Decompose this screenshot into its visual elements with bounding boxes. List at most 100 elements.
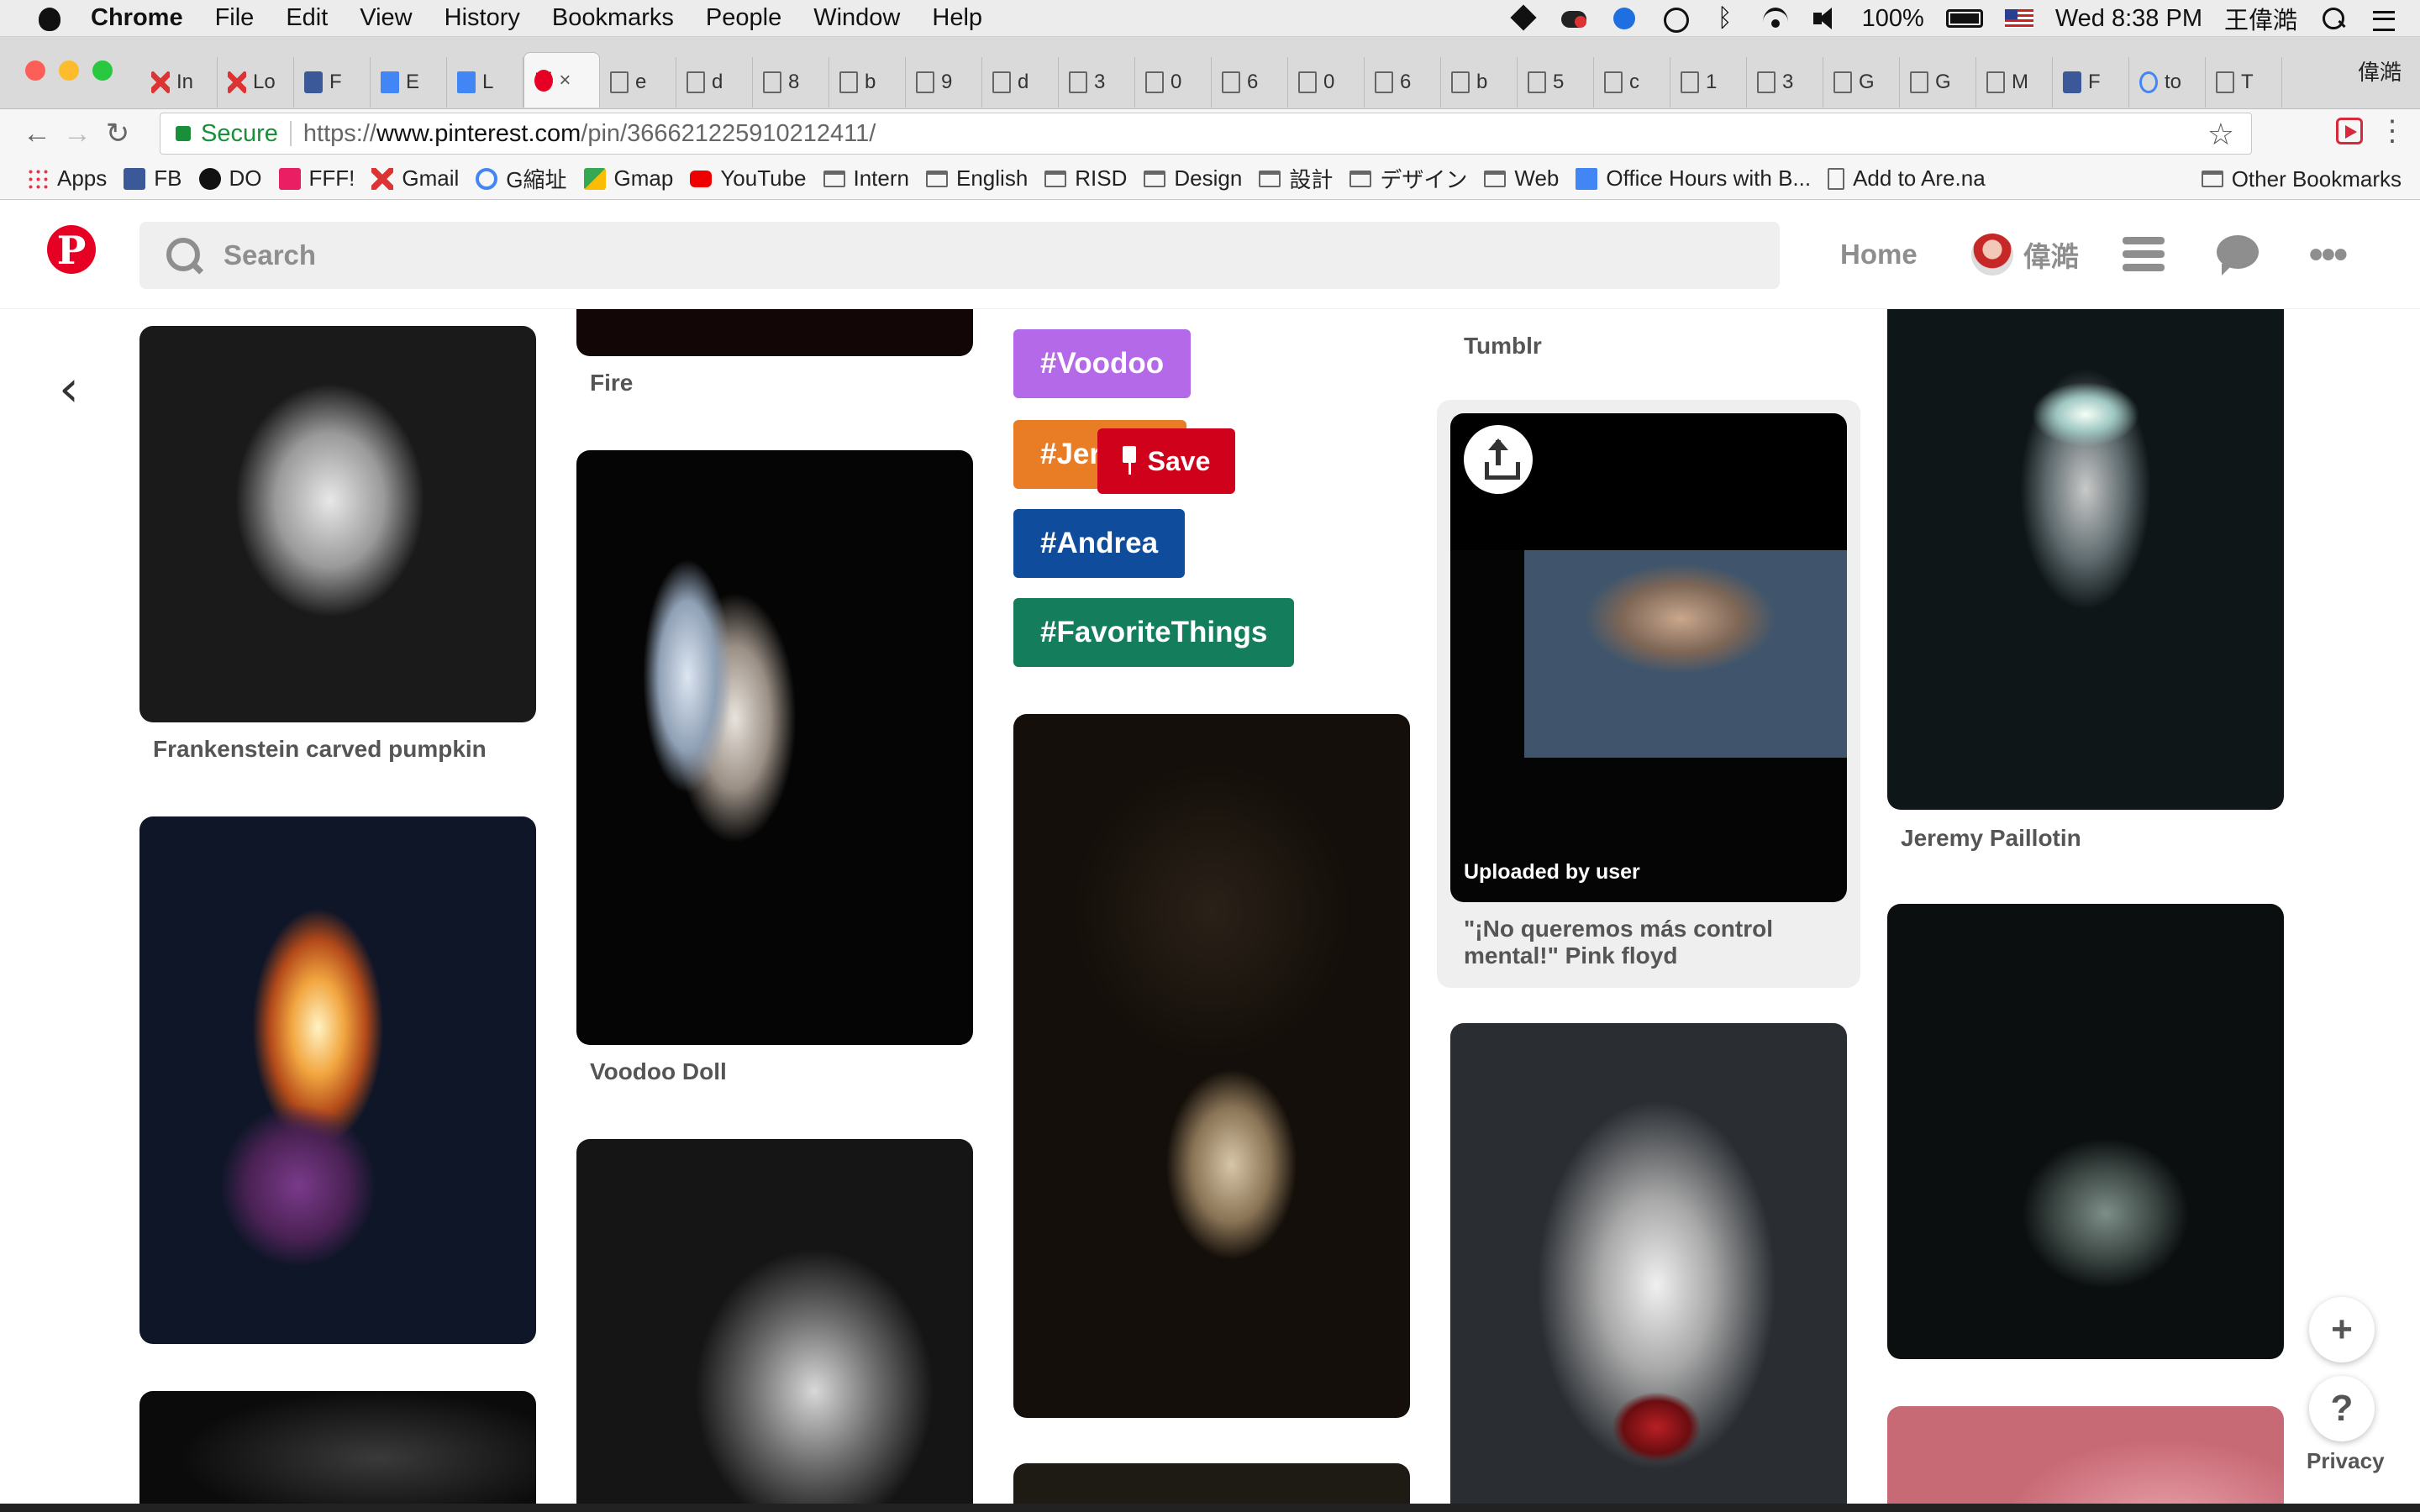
avatar[interactable]: [1970, 234, 2013, 276]
tab[interactable]: 9: [906, 57, 982, 108]
tab[interactable]: F: [2053, 57, 2129, 108]
back-chevron-icon[interactable]: ‹: [59, 360, 92, 418]
pin-image-fire[interactable]: [139, 816, 536, 1344]
tab[interactable]: E: [371, 57, 447, 108]
pin-image-pink[interactable]: [1887, 1406, 2284, 1512]
tab[interactable]: 8: [753, 57, 829, 108]
search-input[interactable]: [224, 239, 1736, 271]
bookmark-item[interactable]: デザイン: [1349, 163, 1467, 194]
clock[interactable]: Wed 8:38 PM: [2055, 5, 2202, 33]
app-status-icon[interactable]: [1610, 6, 1639, 31]
reload-icon[interactable]: ↻: [99, 115, 136, 152]
bluetooth-icon[interactable]: [1711, 4, 1739, 33]
tab[interactable]: G: [1900, 57, 1976, 108]
tab[interactable]: c: [1594, 57, 1670, 108]
tab[interactable]: G: [1823, 57, 1900, 108]
bookmark-item[interactable]: English: [926, 165, 1028, 192]
close-window-icon[interactable]: [25, 60, 45, 81]
bookmark-star-icon[interactable]: ☆: [2207, 117, 2234, 152]
minimize-window-icon[interactable]: [59, 60, 79, 81]
bookmark-item[interactable]: FB: [124, 165, 182, 192]
menu-window[interactable]: Window: [813, 4, 900, 32]
bookmark-item[interactable]: Add to Are.na: [1828, 165, 1986, 192]
pin-caption[interactable]: mental!" Pink floyd: [1464, 942, 1677, 969]
tab[interactable]: d: [676, 57, 753, 108]
creative-cloud-icon[interactable]: [1560, 6, 1588, 31]
search-bar[interactable]: [139, 222, 1780, 289]
tab[interactable]: 6: [1365, 57, 1441, 108]
volume-icon[interactable]: [1812, 6, 1840, 31]
battery-percent[interactable]: 100%: [1862, 5, 1924, 33]
pin-image-dark-hair[interactable]: [1887, 904, 2284, 1359]
other-bookmarks[interactable]: Other Bookmarks: [2201, 158, 2402, 200]
share-icon[interactable]: [1464, 425, 1533, 494]
tab[interactable]: M: [1976, 57, 2053, 108]
hashtag-favoritethings[interactable]: #FavoriteThings: [1013, 598, 1295, 667]
chrome-menu-icon[interactable]: ⋮: [2378, 114, 2407, 148]
tab[interactable]: 0: [1288, 57, 1365, 108]
more-options-icon[interactable]: •••: [2309, 232, 2348, 278]
pin-caption[interactable]: Jeremy Paillotin: [1901, 825, 2081, 852]
profile-link[interactable]: 偉澔: [2023, 234, 2079, 275]
tab[interactable]: e: [600, 57, 676, 108]
tab[interactable]: T: [2206, 57, 2282, 108]
address-bar[interactable]: Secure https:// www.pinterest.com /pin/3…: [160, 113, 2252, 155]
bookmark-item[interactable]: 設計: [1259, 163, 1333, 194]
extension-icon[interactable]: [2336, 118, 2363, 144]
menu-help[interactable]: Help: [932, 4, 982, 32]
profile-name[interactable]: 偉澔: [2358, 55, 2402, 87]
tab[interactable]: 6: [1212, 57, 1288, 108]
bookmark-item[interactable]: Gmail: [371, 165, 459, 192]
us-flag-input-icon[interactable]: [2004, 9, 2033, 28]
tab[interactable]: Lo: [218, 57, 294, 108]
home-link[interactable]: Home: [1840, 239, 1918, 270]
tab[interactable]: b: [829, 57, 906, 108]
pin-image-voodoo-doll[interactable]: [576, 450, 973, 1045]
wifi-icon[interactable]: [1761, 6, 1790, 31]
menu-app-chrome[interactable]: Chrome: [91, 4, 183, 32]
privacy-link[interactable]: Privacy: [2307, 1448, 2385, 1474]
pin-caption[interactable]: "¡No queremos más control: [1464, 916, 1773, 942]
bookmark-item[interactable]: Apps: [27, 165, 107, 192]
tab-active[interactable]: Pi×: [523, 52, 600, 108]
menu-people[interactable]: People: [706, 4, 781, 32]
pin-image-red-lips[interactable]: [1450, 1023, 1847, 1512]
maximize-window-icon[interactable]: [92, 60, 113, 81]
pin-image-eye-closeup[interactable]: [576, 1139, 973, 1512]
spotlight-icon[interactable]: [2319, 6, 2348, 31]
pin-image-portrait-man[interactable]: [1013, 714, 1410, 1418]
notification-center-icon[interactable]: [2370, 6, 2398, 31]
bookmark-item[interactable]: Office Hours with B...: [1576, 165, 1811, 192]
pin-image-fire-top[interactable]: [576, 309, 973, 356]
bookmark-item[interactable]: Design: [1144, 165, 1242, 192]
menu-file[interactable]: File: [215, 4, 255, 32]
pin-image-frankenstein[interactable]: [139, 326, 536, 722]
pin-image-dark[interactable]: [139, 1391, 536, 1512]
pin-caption[interactable]: Voodoo Doll: [590, 1058, 727, 1085]
bookmark-item[interactable]: Web: [1484, 165, 1559, 192]
battery-icon[interactable]: [1945, 9, 1983, 28]
hashtag-andrea[interactable]: #Andrea: [1013, 509, 1186, 578]
pin-caption[interactable]: Tumblr: [1464, 333, 1542, 360]
messages-icon[interactable]: [2216, 235, 2259, 276]
tab[interactable]: 1: [1670, 57, 1747, 108]
bookmark-item[interactable]: Gmap: [583, 165, 673, 192]
tab[interactable]: 5: [1518, 57, 1594, 108]
tab[interactable]: 3: [1747, 57, 1823, 108]
pin-caption[interactable]: Fire: [590, 370, 633, 396]
pinterest-logo-icon[interactable]: P: [47, 225, 96, 274]
pin-image-jeremy-paillotin[interactable]: [1887, 309, 2284, 810]
tab[interactable]: 3: [1059, 57, 1135, 108]
bookmark-item[interactable]: DO: [198, 165, 262, 192]
user-name[interactable]: 王偉澔: [2224, 1, 2297, 36]
menu-edit[interactable]: Edit: [286, 4, 328, 32]
tab[interactable]: L: [447, 57, 523, 108]
tab[interactable]: In: [141, 57, 218, 108]
tab[interactable]: F: [294, 57, 371, 108]
time-machine-icon[interactable]: [1660, 6, 1689, 33]
close-tab-icon[interactable]: ×: [559, 69, 571, 92]
help-button[interactable]: ?: [2309, 1376, 2375, 1441]
pin-caption[interactable]: Frankenstein carved pumpkin: [153, 736, 487, 763]
tab[interactable]: d: [982, 57, 1059, 108]
menu-bookmarks[interactable]: Bookmarks: [552, 4, 674, 32]
